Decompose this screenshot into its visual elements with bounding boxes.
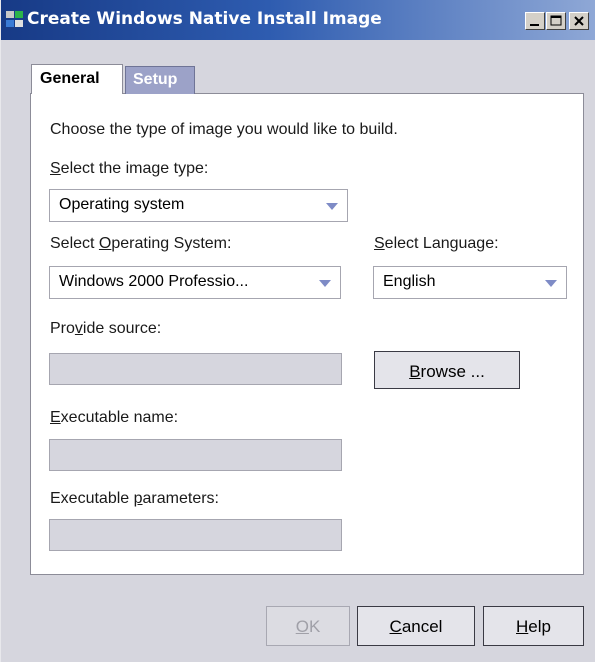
general-panel: Choose the type of image you would like … xyxy=(30,93,584,575)
image-type-dropdown[interactable]: Operating system xyxy=(49,189,348,222)
close-icon xyxy=(574,16,584,26)
language-value: English xyxy=(383,273,436,290)
tab-setup-label: Setup xyxy=(133,71,178,88)
chevron-down-icon xyxy=(326,203,338,210)
browse-label: Browse ... xyxy=(409,362,485,381)
dialog-window: Create Windows Native Install Image Gene… xyxy=(0,0,595,662)
cancel-button[interactable]: Cancel xyxy=(357,606,475,646)
exe-name-label: Executable name: xyxy=(50,409,179,426)
close-button[interactable] xyxy=(569,12,589,30)
maximize-button[interactable] xyxy=(546,12,566,30)
minimize-button[interactable] xyxy=(525,12,545,30)
browse-button[interactable]: Browse ... xyxy=(374,351,520,389)
chevron-down-icon xyxy=(319,280,331,287)
title-bar[interactable]: Create Windows Native Install Image xyxy=(1,0,595,40)
image-type-label: Select the image type: xyxy=(50,160,209,177)
exe-params-label: Executable parameters: xyxy=(50,490,219,507)
tab-general-label: General xyxy=(40,70,100,87)
maximize-icon xyxy=(550,15,562,26)
window-title: Create Windows Native Install Image xyxy=(27,9,382,29)
language-dropdown[interactable]: English xyxy=(373,266,567,299)
os-dropdown[interactable]: Windows 2000 Professio... xyxy=(49,266,341,299)
source-label: Provide source: xyxy=(50,320,162,337)
os-label: Select Operating System: xyxy=(50,235,232,252)
intro-text: Choose the type of image you would like … xyxy=(50,121,398,138)
ok-label: OK xyxy=(295,617,321,636)
language-label: Select Language: xyxy=(374,235,499,252)
cancel-label: Cancel xyxy=(389,617,443,636)
app-icon xyxy=(6,11,23,27)
image-type-value: Operating system xyxy=(59,196,185,213)
source-input[interactable] xyxy=(49,353,342,385)
exe-params-input[interactable] xyxy=(49,519,342,551)
ok-button[interactable]: OK xyxy=(266,606,350,646)
tab-general[interactable]: General xyxy=(31,64,123,94)
help-button[interactable]: Help xyxy=(483,606,584,646)
tab-setup[interactable]: Setup xyxy=(125,66,195,94)
exe-name-input[interactable] xyxy=(49,439,342,471)
help-label: Help xyxy=(516,617,551,636)
chevron-down-icon xyxy=(545,280,557,287)
os-value: Windows 2000 Professio... xyxy=(59,273,249,290)
minimize-icon xyxy=(530,24,539,26)
